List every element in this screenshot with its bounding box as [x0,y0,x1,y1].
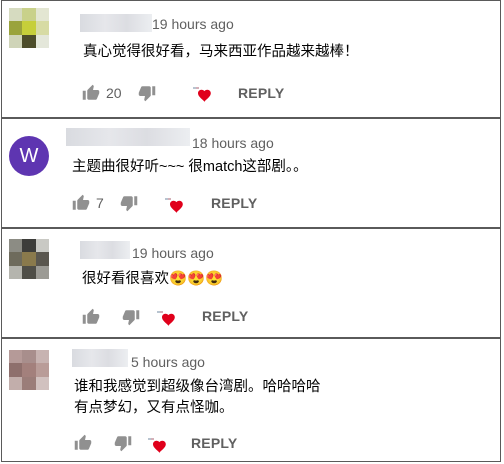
like-count: 7 [96,195,104,211]
comment-text: 主题曲很好听~~~ 很match这部剧。。 [72,157,308,178]
comment-text-line: 有点梦幻，又有点怪咖。 [74,400,234,416]
comment-timestamp[interactable]: 19 hours ago [152,16,234,32]
comment-text-line: 很好看很喜欢😍😍😍 [82,271,224,287]
comment-actions: 7 [72,191,138,215]
thumbs-down-icon[interactable] [122,308,140,326]
comment-card: 19 hours ago 真心觉得很好看，马来西亚作品越来越棒！ 20 REPL… [1,0,501,118]
comment-text-line: 真心觉得很好看，马来西亚作品越来越棒！ [83,44,359,60]
comment-actions [82,305,140,329]
reply-button[interactable]: REPLY [202,308,248,324]
avatar[interactable] [9,8,49,48]
comment-actions: 20 [82,81,156,105]
author-name[interactable] [66,128,190,146]
author-name[interactable] [80,14,152,32]
reply-button[interactable]: REPLY [191,435,237,451]
thumbs-down-icon[interactable] [114,434,132,452]
like-count: 20 [106,85,122,101]
comment-card: W 18 hours ago 主题曲很好听~~~ 很match这部剧。。 7 R… [1,118,501,228]
creator-heart-icon [147,436,167,454]
thumbs-down-icon[interactable] [120,194,138,212]
thumbs-up-icon[interactable] [72,194,90,212]
comment-timestamp[interactable]: 5 hours ago [131,354,205,370]
author-name[interactable] [72,349,128,367]
comment-card: 5 hours ago 谁和我感觉到超级像台湾剧。哈哈哈哈 有点梦幻，又有点怪咖… [1,338,501,462]
thumbs-down-icon[interactable] [138,84,156,102]
reply-button[interactable]: REPLY [238,85,284,101]
creator-heart-icon [156,309,176,327]
comment-text: 很好看很喜欢😍😍😍 [82,269,223,290]
avatar[interactable] [9,350,49,390]
creator-heart-icon [164,196,184,214]
avatar[interactable]: W [9,136,49,176]
comment-timestamp[interactable]: 19 hours ago [132,245,214,261]
creator-heart-icon [192,85,212,103]
comment-text-line: 谁和我感觉到超级像台湾剧。哈哈哈哈 [74,379,321,395]
comment-text-line: 主题曲很好听~~~ 很match这部剧。。 [72,159,308,175]
comment-card: 19 hours ago 很好看很喜欢😍😍😍 REPLY [1,228,501,338]
avatar[interactable] [9,239,49,279]
author-name[interactable] [80,241,130,259]
thumbs-up-icon[interactable] [82,308,100,326]
thumbs-up-icon[interactable] [74,434,92,452]
comment-timestamp[interactable]: 18 hours ago [192,135,274,151]
thumbs-up-icon[interactable] [82,84,100,102]
reply-button[interactable]: REPLY [211,195,257,211]
comment-text: 谁和我感觉到超级像台湾剧。哈哈哈哈 有点梦幻，又有点怪咖。 [74,377,321,419]
comment-text: 真心觉得很好看，马来西亚作品越来越棒！ [83,42,359,63]
comment-actions [74,431,132,455]
